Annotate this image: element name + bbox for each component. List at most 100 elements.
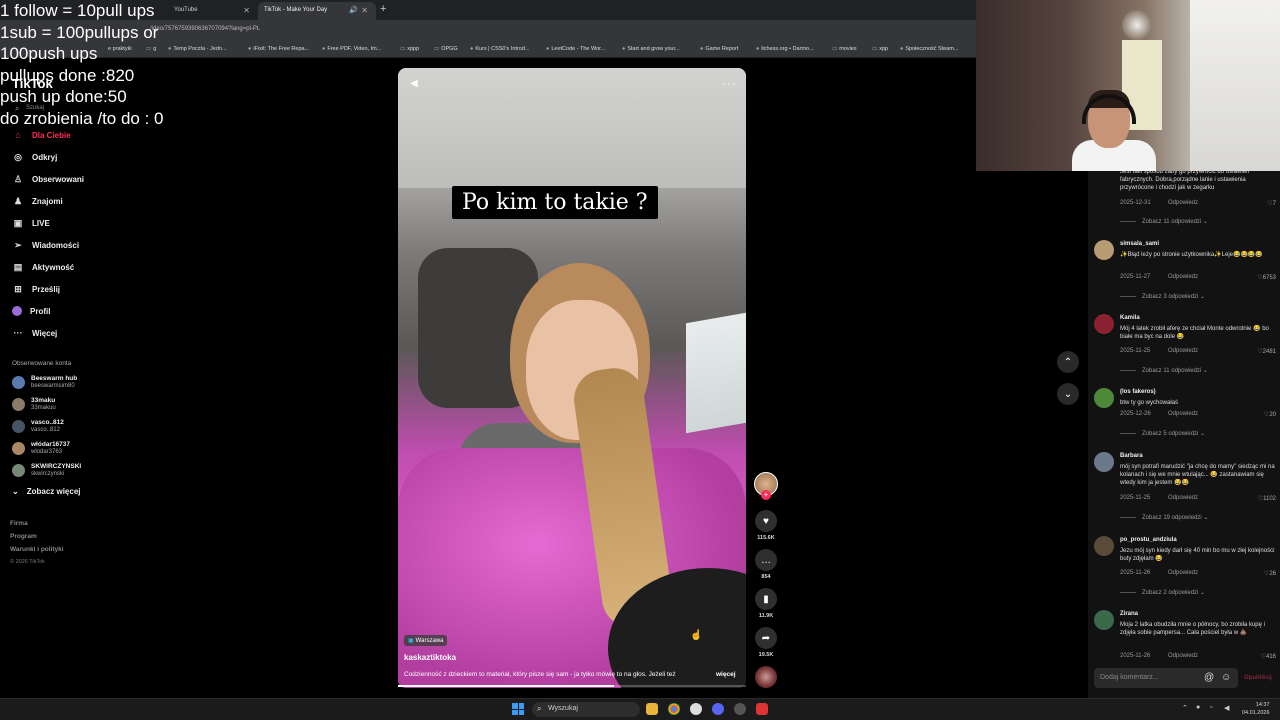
nav-following[interactable]: ♙ Obserwowani bbox=[12, 171, 84, 187]
footer-company[interactable]: Firma bbox=[10, 520, 28, 527]
file-explorer-icon[interactable] bbox=[646, 703, 658, 715]
reply-button[interactable]: Odpowiedz bbox=[1168, 495, 1198, 501]
avatar[interactable] bbox=[1094, 610, 1114, 630]
post-comment-button[interactable]: Opublikuj bbox=[1244, 675, 1272, 681]
comment-like[interactable]: ♡6753 bbox=[1257, 274, 1276, 281]
share-action[interactable]: ➦ 19.5K bbox=[754, 627, 778, 658]
windows-start-icon[interactable] bbox=[512, 703, 524, 715]
save-action[interactable]: ▮ 11.9K bbox=[754, 588, 778, 619]
comment-input[interactable]: Dodaj komentarz... bbox=[1094, 668, 1238, 688]
music-disc-icon[interactable] bbox=[755, 666, 777, 688]
reply-button[interactable]: Odpowiedz bbox=[1168, 570, 1198, 576]
settings-icon[interactable] bbox=[734, 703, 746, 715]
like-action[interactable]: ♥ 115.6K bbox=[754, 510, 778, 541]
emoji-icon[interactable]: ☺ bbox=[1221, 672, 1231, 683]
avatar[interactable] bbox=[1094, 314, 1114, 334]
see-more-button[interactable]: ⌄ Zobacz więcej bbox=[12, 487, 81, 496]
video-author[interactable]: kaskaztiktoka bbox=[404, 653, 456, 662]
previous-video-button[interactable]: ⌃ bbox=[1057, 351, 1079, 373]
tray-icon[interactable]: ▫ bbox=[1210, 704, 1212, 711]
close-tab-icon[interactable]: ✕ bbox=[361, 6, 368, 15]
view-replies[interactable]: Zobacz 3 odpowiedzi ⌄ bbox=[1120, 293, 1205, 300]
app-icon[interactable] bbox=[756, 703, 768, 715]
avatar[interactable] bbox=[1094, 388, 1114, 408]
new-tab-button[interactable]: + bbox=[380, 3, 386, 15]
bookmark[interactable]: ● iFixit: The Free Repa... bbox=[248, 46, 309, 52]
comment-like[interactable]: ♡26 bbox=[1264, 570, 1276, 577]
comment-user[interactable]: po_prostu_andziula bbox=[1120, 537, 1177, 543]
comment-like[interactable]: ♡416 bbox=[1261, 653, 1276, 660]
comment-user[interactable]: (los fakeros) bbox=[1120, 389, 1156, 395]
bookmark-icon[interactable]: ▮ bbox=[755, 588, 777, 610]
video-player[interactable] bbox=[398, 68, 746, 688]
avatar[interactable] bbox=[1094, 452, 1114, 472]
volume-icon[interactable]: ◀ bbox=[410, 78, 418, 89]
follow-plus-icon[interactable]: + bbox=[761, 490, 771, 500]
mention-icon[interactable]: @ bbox=[1204, 672, 1214, 683]
volume-icon[interactable]: ◀ bbox=[1224, 704, 1229, 712]
video-progress-bar[interactable] bbox=[398, 685, 746, 687]
comment-like[interactable]: ♡2481 bbox=[1257, 348, 1276, 355]
speaker-icon[interactable]: 🔊 bbox=[349, 6, 358, 14]
view-replies[interactable]: Zobacz 5 odpowiedzi ⌄ bbox=[1120, 430, 1205, 437]
mic-icon[interactable]: ● bbox=[1196, 704, 1200, 711]
nav-live[interactable]: ▣ LIVE bbox=[12, 215, 50, 231]
heart-icon[interactable]: ♥ bbox=[755, 510, 777, 532]
bookmark[interactable]: ● Społeczność Steam... bbox=[900, 46, 959, 52]
comment-like[interactable]: ♡1102 bbox=[1258, 495, 1276, 502]
tray-chevron-icon[interactable]: ⌃ bbox=[1182, 704, 1188, 712]
nav-explore[interactable]: ◎ Odkryj bbox=[12, 149, 57, 165]
comment-user[interactable]: Barbara bbox=[1120, 453, 1143, 459]
followed-account[interactable]: 33maku 33makuu bbox=[12, 394, 56, 414]
view-replies[interactable]: Zobacz 11 odpowiedzi ⌄ bbox=[1120, 367, 1208, 374]
description-more-button[interactable]: więcej bbox=[716, 671, 736, 678]
discord-icon[interactable] bbox=[712, 703, 724, 715]
bookmark[interactable]: ● lichess.org • Darmo... bbox=[756, 46, 814, 52]
bookmark[interactable]: ● Temp Poczta - Jedn... bbox=[168, 46, 227, 52]
bookmark[interactable]: ● Game Report bbox=[700, 46, 738, 52]
taskbar-clock[interactable]: 14:37 04.01.2026 bbox=[1242, 701, 1270, 717]
taskbar-search[interactable]: ⌕ Wyszukaj bbox=[532, 702, 640, 717]
avatar[interactable] bbox=[1094, 536, 1114, 556]
bookmark[interactable]: ● Free PDF, Video, Im... bbox=[322, 46, 381, 52]
more-options-icon[interactable]: ··· bbox=[722, 76, 737, 90]
comment-user[interactable]: Zirana bbox=[1120, 611, 1138, 617]
obs-icon[interactable] bbox=[690, 703, 702, 715]
comment-like[interactable]: ♡7 bbox=[1267, 200, 1276, 207]
share-icon[interactable]: ➦ bbox=[755, 627, 777, 649]
view-replies[interactable]: Zobacz 2 odpowiedzi ⌄ bbox=[1120, 589, 1205, 596]
bookmark[interactable]: ● Kurs | CSS0's Introd... bbox=[470, 46, 529, 52]
comment-like[interactable]: ♡20 bbox=[1264, 411, 1276, 418]
bookmark[interactable]: ▭ xpp bbox=[872, 46, 888, 52]
tab-tiktok[interactable]: TikTok - Make Your Day 🔊 ✕ bbox=[258, 2, 376, 20]
footer-terms[interactable]: Warunki i polityki bbox=[10, 546, 64, 553]
nav-upload[interactable]: ⊞ Prześlij bbox=[12, 281, 60, 297]
bookmark[interactable]: ▭ movies bbox=[832, 46, 857, 52]
reply-button[interactable]: Odpowiedz bbox=[1168, 274, 1198, 280]
comment-action[interactable]: … 854 bbox=[754, 549, 778, 580]
location-badge[interactable]: ▣ Warszawa bbox=[404, 635, 448, 646]
nav-for-you[interactable]: ⌂ Dla Ciebie bbox=[12, 127, 70, 143]
bookmark[interactable]: ● LeetCode - The Wor... bbox=[546, 46, 605, 52]
footer-program[interactable]: Program bbox=[10, 533, 37, 540]
close-tab-icon[interactable]: ✕ bbox=[243, 6, 250, 15]
reply-button[interactable]: Odpowiedz bbox=[1168, 411, 1198, 417]
comment-user[interactable]: simsala_sami bbox=[1120, 241, 1159, 247]
nav-messages[interactable]: ➢ Wiadomości bbox=[12, 237, 79, 253]
url-text[interactable]: /ideo/7576759390636707094?lang=pl-PL bbox=[150, 26, 260, 32]
reply-button[interactable]: Odpowiedz bbox=[1168, 653, 1198, 659]
bookmark[interactable]: ▭ OPGG bbox=[434, 46, 458, 52]
followed-account[interactable]: Beeswarm hub beeswarmsim80 bbox=[12, 372, 77, 392]
comment-user[interactable]: Kamila bbox=[1120, 315, 1140, 321]
nav-more[interactable]: ··· Więcej bbox=[12, 325, 58, 341]
nav-activity[interactable]: ▤ Aktywność bbox=[12, 259, 75, 275]
reply-button[interactable]: Odpowiedz bbox=[1168, 348, 1198, 354]
bookmark[interactable]: ● Start and grow your... bbox=[622, 46, 680, 52]
followed-account[interactable]: włódar16737 wlodar3763 bbox=[12, 438, 70, 458]
next-video-button[interactable]: ⌄ bbox=[1057, 383, 1079, 405]
nav-friends[interactable]: ♟ Znajomi bbox=[12, 193, 63, 209]
reply-button[interactable]: Odpowiedz bbox=[1168, 200, 1198, 206]
nav-profile[interactable]: Profil bbox=[12, 303, 50, 319]
comment-icon[interactable]: … bbox=[755, 549, 777, 571]
bookmark[interactable]: ▭ xppp bbox=[400, 46, 419, 52]
